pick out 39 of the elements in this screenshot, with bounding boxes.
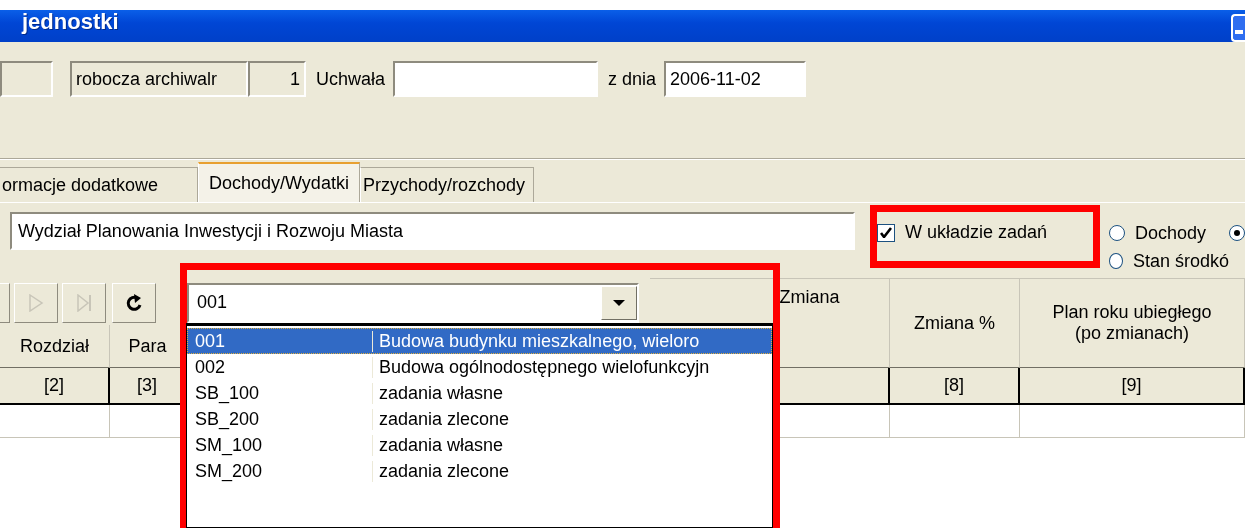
list-item[interactable]: SB_200 zadania zlecone <box>187 406 772 432</box>
unit-field[interactable]: Wydział Planowania Inwestycji i Rozwoju Miasta <box>10 212 855 250</box>
column-header: Plan roku ubiegłego (po zmianach) <box>1020 278 1245 368</box>
combo-box[interactable]: 001 <box>187 282 639 323</box>
play-icon <box>28 293 44 312</box>
window-title: jednostki <box>20 9 119 35</box>
readonly-field: 1 <box>248 61 306 97</box>
readonly-field: robocza archiwalr <box>70 61 248 97</box>
skip-end-icon <box>76 293 92 312</box>
tab[interactable]: Dochody/Wydatki <box>198 162 360 202</box>
list-item[interactable]: SM_200 zadania zlecone <box>187 458 772 484</box>
field-label: z dnia <box>607 68 658 90</box>
list-item[interactable]: SB_100 zadania własne <box>187 380 772 406</box>
tab[interactable]: ormacje dodatkowe <box>0 167 198 202</box>
toolbar-button[interactable] <box>112 282 156 323</box>
tab[interactable]: Przychody/rozchody <box>359 167 534 202</box>
radio-label: Dochody <box>1135 222 1207 244</box>
radio-button[interactable] <box>1109 225 1125 241</box>
field-label: Uchwała <box>315 68 387 90</box>
list-item[interactable]: SM_100 zadania własne <box>187 432 772 458</box>
dropdown-button[interactable] <box>601 285 637 320</box>
refresh-icon <box>125 293 143 312</box>
column-header: Rozdział <box>0 325 110 368</box>
check-icon <box>880 227 892 238</box>
checkbox-label: W układzie zadań <box>905 222 1048 243</box>
input-field[interactable] <box>393 61 599 97</box>
column-header: Zmiana % <box>890 278 1020 368</box>
radio-label: Stan środkó <box>1132 250 1229 272</box>
radio-button[interactable] <box>1229 225 1245 241</box>
column-number: [9] <box>1020 368 1245 405</box>
minimize-icon <box>1235 30 1243 34</box>
input-field[interactable]: 2006-11-02 <box>664 61 807 97</box>
list-item[interactable]: 001 Budowa budynku mieszkalnego, wieloro <box>187 328 772 354</box>
minimize-button[interactable] <box>1231 14 1245 42</box>
checkbox[interactable] <box>877 223 895 242</box>
column-number: [8] <box>890 368 1020 405</box>
caret-icon <box>613 299 625 306</box>
radio-button[interactable] <box>1109 253 1123 269</box>
column-number: [2] <box>0 368 110 405</box>
